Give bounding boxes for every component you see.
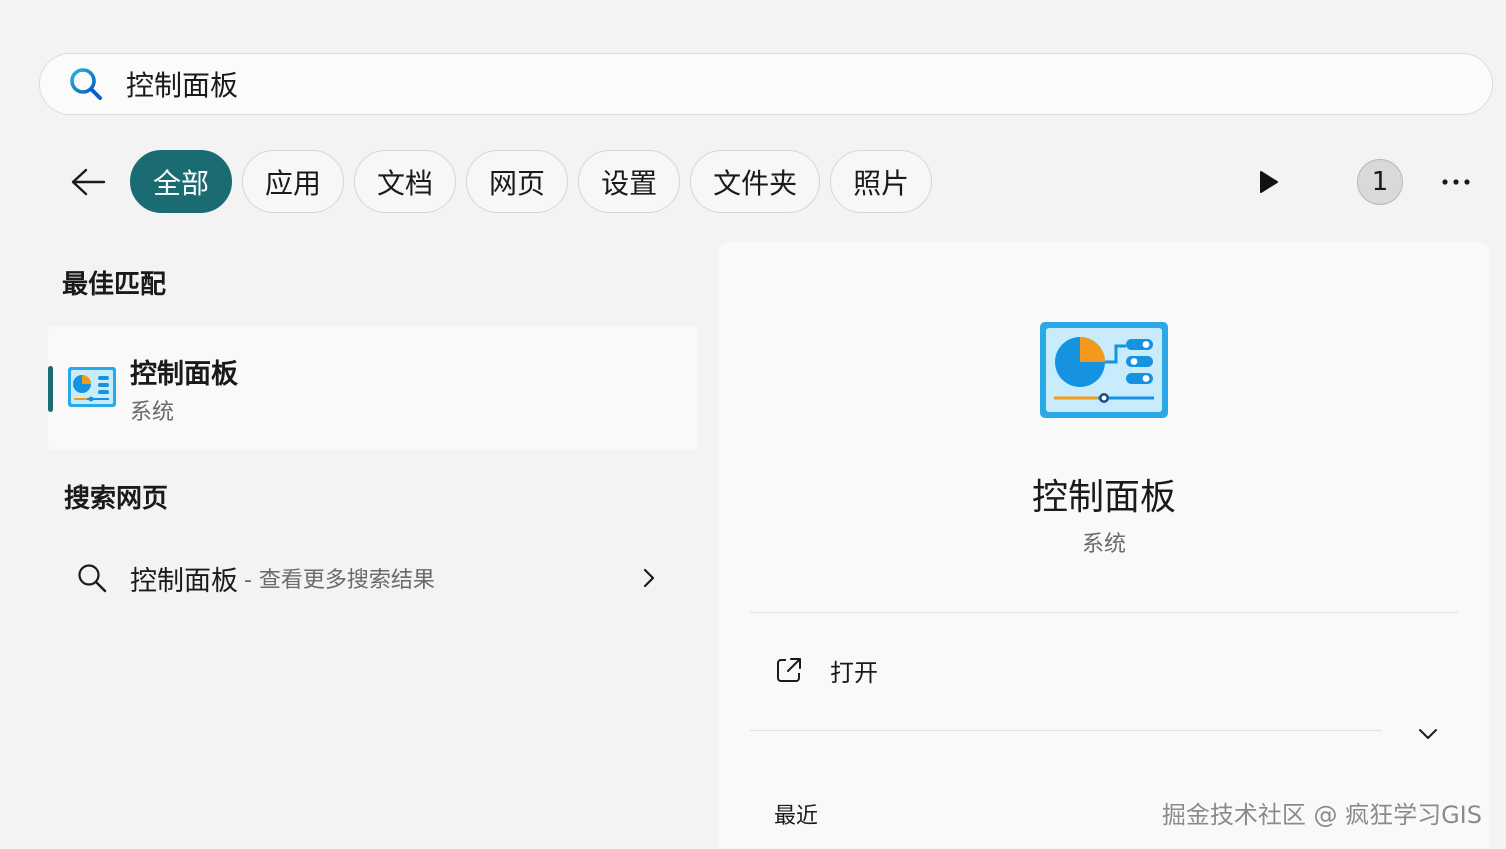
detail-panel: 控制面板 系统 打开 最近 <box>718 242 1490 849</box>
detail-divider-middle <box>750 730 1382 731</box>
best-match-category: 系统 <box>130 400 175 425</box>
filter-chip-folders[interactable]: 文件夹 <box>690 150 821 213</box>
arrow-left-icon <box>71 168 106 196</box>
filter-chip-photos[interactable]: 照片 <box>830 150 933 213</box>
windows-search-window: 全部 应用 文档 网页 设置 文件夹 照片 1 最佳匹配 <box>0 0 1506 849</box>
filter-chip-all[interactable]: 全部 <box>130 150 233 213</box>
search-icon <box>78 564 107 593</box>
filter-chip-apps[interactable]: 应用 <box>242 150 345 213</box>
more-horizontal-icon <box>1442 179 1470 185</box>
filter-row: 全部 应用 文档 网页 设置 文件夹 照片 1 <box>0 150 1506 214</box>
watermark: 掘金技术社区 @ 疯狂学习GIS <box>1161 801 1482 829</box>
control-panel-icon <box>68 367 116 407</box>
control-panel-icon <box>1040 322 1168 418</box>
web-search-result[interactable]: 控制面板 - 查看更多搜索结果 <box>56 548 676 608</box>
search-icon <box>70 68 102 100</box>
search-bar[interactable] <box>39 53 1493 115</box>
detail-divider-top <box>750 612 1458 613</box>
filter-chip-web[interactable]: 网页 <box>466 150 569 213</box>
detail-category: 系统 <box>1081 532 1126 557</box>
play-icon[interactable] <box>1252 166 1284 198</box>
filter-chip-documents[interactable]: 文档 <box>354 150 457 213</box>
open-action[interactable]: 打开 <box>750 640 1450 700</box>
detail-title: 控制面板 <box>1031 477 1176 518</box>
back-button[interactable] <box>62 160 114 204</box>
filter-chip-settings[interactable]: 设置 <box>578 150 681 213</box>
recent-heading: 最近 <box>774 804 819 829</box>
filter-chips: 全部 应用 文档 网页 设置 文件夹 照片 <box>130 150 933 213</box>
web-search-heading: 搜索网页 <box>64 484 169 514</box>
search-input[interactable] <box>126 59 1326 109</box>
best-match-name: 控制面板 <box>130 359 238 390</box>
chevron-down-icon[interactable] <box>1414 720 1442 748</box>
rewards-badge[interactable]: 1 <box>1357 159 1403 205</box>
web-search-query: 控制面板 <box>130 565 238 597</box>
open-label: 打开 <box>830 658 878 687</box>
chevron-right-icon <box>643 568 655 588</box>
selection-indicator <box>48 366 53 412</box>
best-match-result[interactable]: 控制面板 系统 <box>48 326 698 450</box>
more-options-button[interactable] <box>1430 162 1482 202</box>
web-search-hint: - 查看更多搜索结果 <box>244 568 435 593</box>
best-match-heading: 最佳匹配 <box>62 270 167 300</box>
open-external-icon <box>777 658 801 682</box>
